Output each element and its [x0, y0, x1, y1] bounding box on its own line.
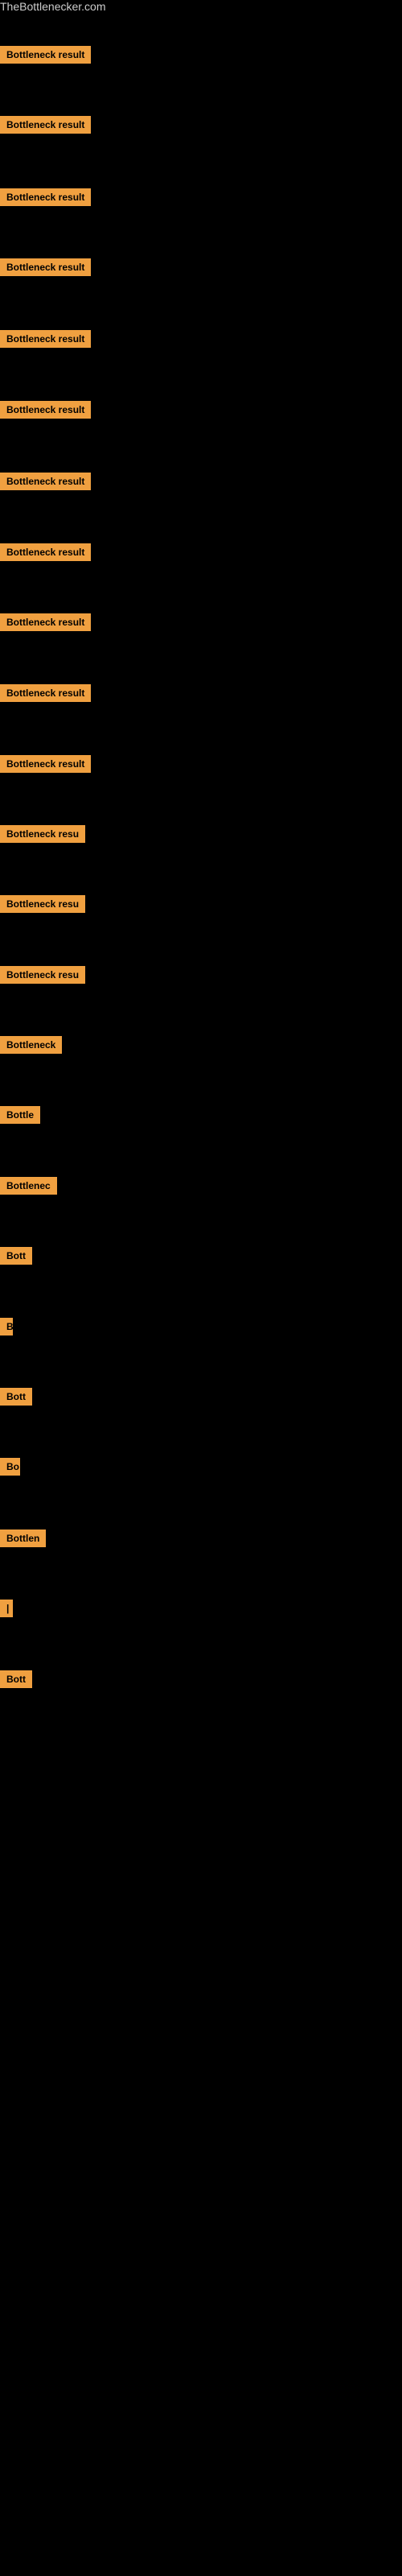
bottleneck-result-badge: | — [0, 1600, 13, 1617]
bottleneck-result-badge: Bottlenec — [0, 1177, 57, 1195]
bottleneck-result-badge: Bottleneck result — [0, 613, 91, 631]
bottleneck-result-badge: Bottleneck result — [0, 330, 91, 348]
bottleneck-result-badge: Bottle — [0, 1106, 40, 1124]
bottleneck-result-badge: Bottleneck result — [0, 116, 91, 134]
bottleneck-result-badge: B — [0, 1318, 13, 1335]
bottleneck-result-badge: Bott — [0, 1670, 32, 1688]
bottleneck-result-badge: Bo — [0, 1458, 20, 1476]
bottleneck-result-badge: Bottleneck result — [0, 755, 91, 773]
bottleneck-result-badge: Bottleneck resu — [0, 825, 85, 843]
bottleneck-result-badge: Bottleneck resu — [0, 895, 85, 913]
bottleneck-result-badge: Bottleneck result — [0, 188, 91, 206]
bottleneck-result-badge: Bottleneck result — [0, 401, 91, 419]
bottleneck-result-badge: Bottleneck result — [0, 543, 91, 561]
bottleneck-result-badge: Bottleneck result — [0, 258, 91, 276]
bottleneck-result-badge: Bottleneck resu — [0, 966, 85, 984]
site-header: TheBottlenecker.com — [0, 0, 402, 14]
bottleneck-result-badge: Bottleneck — [0, 1036, 62, 1054]
bottleneck-result-badge: Bottleneck result — [0, 684, 91, 702]
bottleneck-result-badge: Bottleneck result — [0, 46, 91, 64]
bottleneck-result-badge: Bott — [0, 1247, 32, 1265]
site-title: TheBottlenecker.com — [0, 0, 106, 19]
bottleneck-result-badge: Bott — [0, 1388, 32, 1406]
bottleneck-result-badge: Bottleneck result — [0, 473, 91, 490]
bottleneck-result-badge: Bottlen — [0, 1530, 46, 1547]
